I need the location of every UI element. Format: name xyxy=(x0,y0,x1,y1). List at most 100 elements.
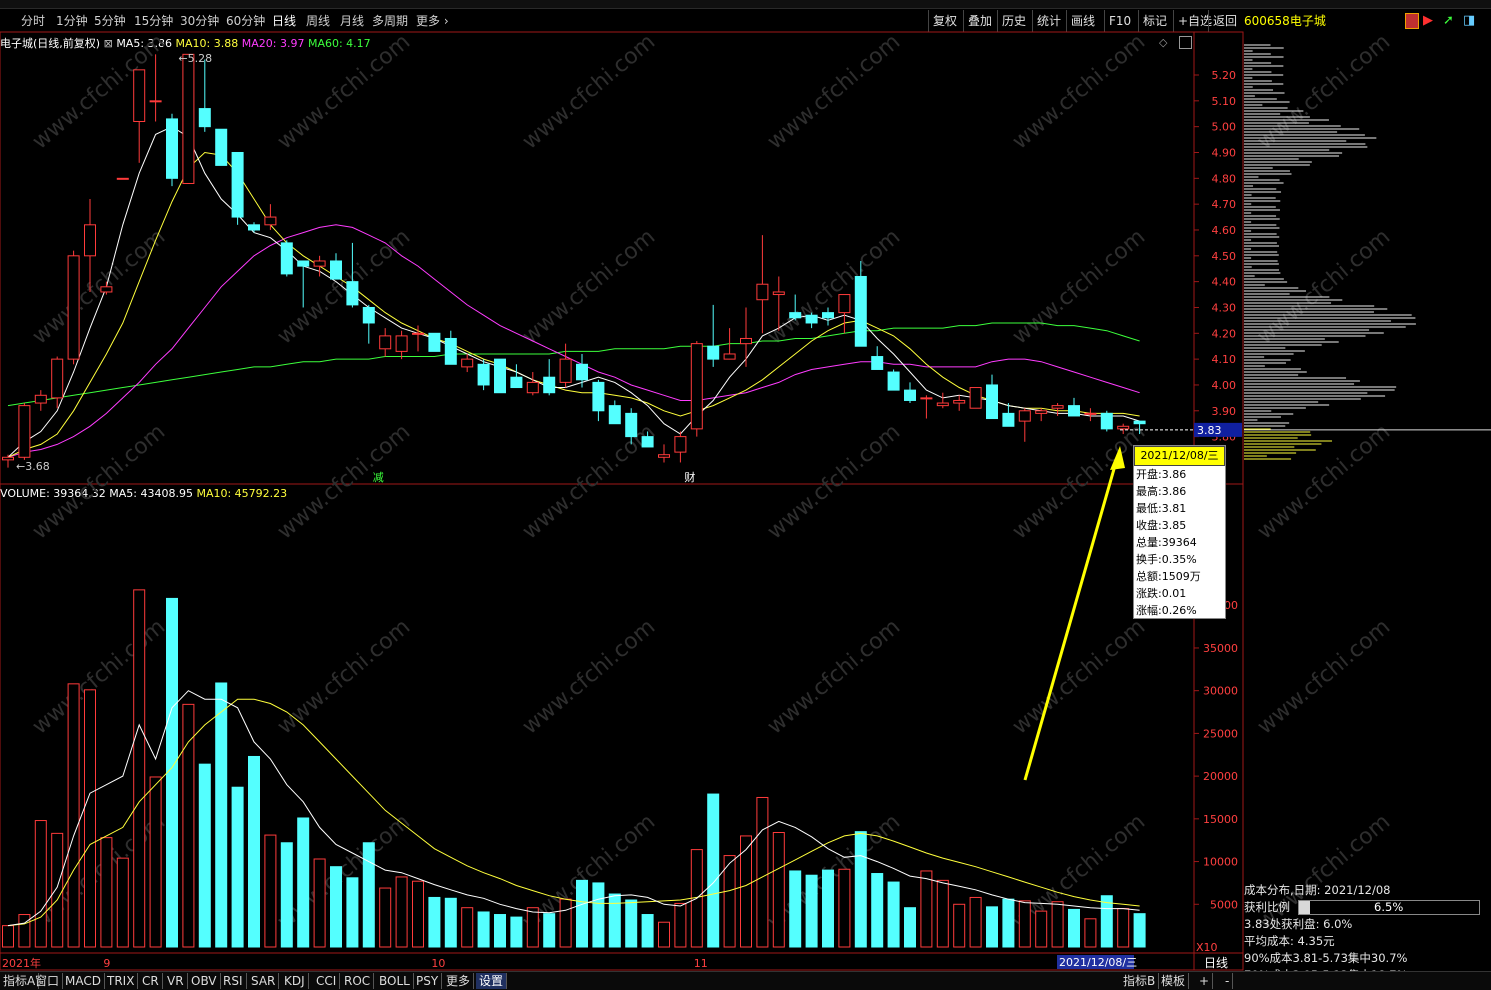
volume-bar xyxy=(723,855,736,948)
candle-body xyxy=(51,358,64,399)
tab-template[interactable]: 模板 xyxy=(1158,973,1190,989)
candle-body xyxy=(690,343,703,430)
period-label: 日线 xyxy=(1204,956,1228,970)
volume-bar xyxy=(641,914,654,948)
volume-bar xyxy=(658,921,670,948)
candle-body xyxy=(428,332,441,352)
tab-rsi[interactable]: RSI xyxy=(220,973,247,989)
watermark-text: www.cfchi.com xyxy=(273,224,415,349)
candle-body xyxy=(789,312,802,319)
candle-body xyxy=(625,412,638,438)
volume-bar xyxy=(1068,908,1080,948)
volume-bar xyxy=(231,786,244,948)
tab-window[interactable]: 窗口 xyxy=(32,973,64,989)
volume-bar xyxy=(412,880,424,948)
tab-psy[interactable]: PSY xyxy=(413,973,443,989)
volume-bar xyxy=(707,793,720,948)
tooltip-date: 2021/12/08/三 xyxy=(1134,446,1225,466)
volume-bar xyxy=(395,876,408,948)
volume-tick-label: 10000 xyxy=(1203,856,1238,869)
volume-bar xyxy=(969,896,982,948)
candle-body xyxy=(166,118,178,179)
volume-bar xyxy=(1018,900,1031,948)
candle-body xyxy=(1100,412,1113,430)
candle-body xyxy=(1002,412,1015,427)
date-start-label: 2021年 xyxy=(2,956,41,970)
cursor-date-label: 2021/12/08/三 xyxy=(1059,956,1137,969)
candle-body xyxy=(1068,405,1080,417)
volume-bar xyxy=(346,877,359,948)
candle-body xyxy=(395,335,408,352)
tab-indicator-b[interactable]: 指标B xyxy=(1120,973,1160,989)
cost-date: 成本分布,日期: 2021/12/08 xyxy=(1244,883,1391,897)
volume-bar xyxy=(674,902,687,948)
tab-cr[interactable]: CR xyxy=(139,973,163,989)
indicator-tabs: 指标A 窗口 MACD TRIX CR VR OBV RSI SAR KDJ C… xyxy=(0,971,1491,990)
tooltip-row: 总量:39364 xyxy=(1136,536,1197,549)
volume-bar xyxy=(198,763,211,948)
candle-body xyxy=(920,397,933,400)
volume-bar xyxy=(526,907,539,948)
tab-sar[interactable]: SAR xyxy=(248,973,280,989)
low-marker: ←3.68 xyxy=(16,460,50,473)
volume-bar xyxy=(248,755,260,948)
zoom-out-button[interactable]: - xyxy=(1222,973,1234,989)
date-month-label: 11 xyxy=(694,957,708,970)
watermark-text: www.cfchi.com xyxy=(518,29,660,154)
tab-kdj[interactable]: KDJ xyxy=(281,973,309,989)
candle-body xyxy=(969,387,982,409)
volume-bar xyxy=(608,893,621,948)
tab-cci[interactable]: CCI xyxy=(313,973,341,989)
volume-bar xyxy=(871,873,884,948)
candle-body xyxy=(756,283,769,301)
zoom-in-button[interactable]: + xyxy=(1196,973,1214,989)
candle-body xyxy=(674,436,687,453)
watermark-text: www.cfchi.com xyxy=(763,419,905,544)
profit-ratio-value: 6.5% xyxy=(1374,900,1404,914)
kline-chart[interactable]: www.cfchi.com www.cfchi.com www.cfchi.com w… xyxy=(0,0,1491,989)
watermark-text: www.cfchi.com xyxy=(518,224,660,349)
candle-body xyxy=(1035,410,1048,414)
volume-tick-label: 25000 xyxy=(1203,727,1238,740)
volume-bar xyxy=(1035,910,1048,948)
candle-body xyxy=(904,389,916,401)
watermark-text: www.cfchi.com xyxy=(1253,614,1395,739)
volume-bar xyxy=(625,899,638,948)
volume-bar xyxy=(362,842,375,948)
price-tick-label: 4.60 xyxy=(1212,224,1237,237)
candle-body xyxy=(412,332,424,335)
volume-bar xyxy=(559,898,572,948)
price-tick-label: 4.20 xyxy=(1212,327,1237,340)
tab-vr[interactable]: VR xyxy=(164,973,188,989)
price-tick-label: 4.50 xyxy=(1212,250,1237,263)
event-mark-cai: 财 xyxy=(684,470,695,484)
volume-bar xyxy=(133,589,146,948)
volume-bar xyxy=(838,868,851,948)
tab-roc[interactable]: ROC xyxy=(341,973,375,989)
candle-body xyxy=(1117,425,1130,430)
volume-bar xyxy=(51,832,64,948)
candle-body xyxy=(231,151,244,218)
volume-unit-label: X10 xyxy=(1196,941,1218,954)
tab-more[interactable]: 更多 xyxy=(443,973,475,989)
watermark-text: www.cfchi.com xyxy=(28,614,170,739)
price-tick-label: 5.20 xyxy=(1212,69,1237,82)
candle-body xyxy=(576,363,588,381)
candle-body xyxy=(248,224,260,231)
volume-bar xyxy=(18,914,31,948)
volume-bar xyxy=(494,914,506,948)
tab-settings[interactable]: 设置 xyxy=(476,973,508,989)
tab-trix[interactable]: TRIX xyxy=(104,973,139,989)
candle-body xyxy=(149,100,162,103)
volume-tick-label: 5000 xyxy=(1210,898,1238,911)
tab-macd[interactable]: MACD xyxy=(62,973,105,989)
price-tick-label: 4.00 xyxy=(1212,379,1237,392)
tab-boll[interactable]: BOLL xyxy=(376,973,414,989)
date-month-label: 9 xyxy=(103,957,110,970)
candle-body xyxy=(559,358,572,383)
watermark-text: www.cfchi.com xyxy=(28,29,170,154)
candle-body xyxy=(198,108,211,128)
tab-obv[interactable]: OBV xyxy=(188,973,221,989)
volume-bar xyxy=(1051,901,1064,948)
watermark-text: www.cfchi.com xyxy=(1008,224,1150,349)
